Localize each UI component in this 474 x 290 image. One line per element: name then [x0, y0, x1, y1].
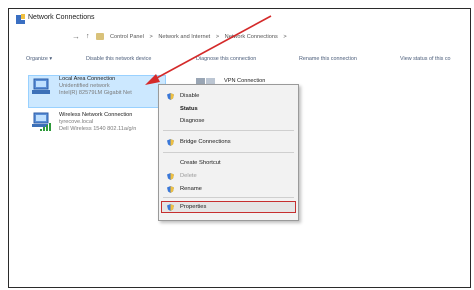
- annotation-arrow: [145, 15, 272, 85]
